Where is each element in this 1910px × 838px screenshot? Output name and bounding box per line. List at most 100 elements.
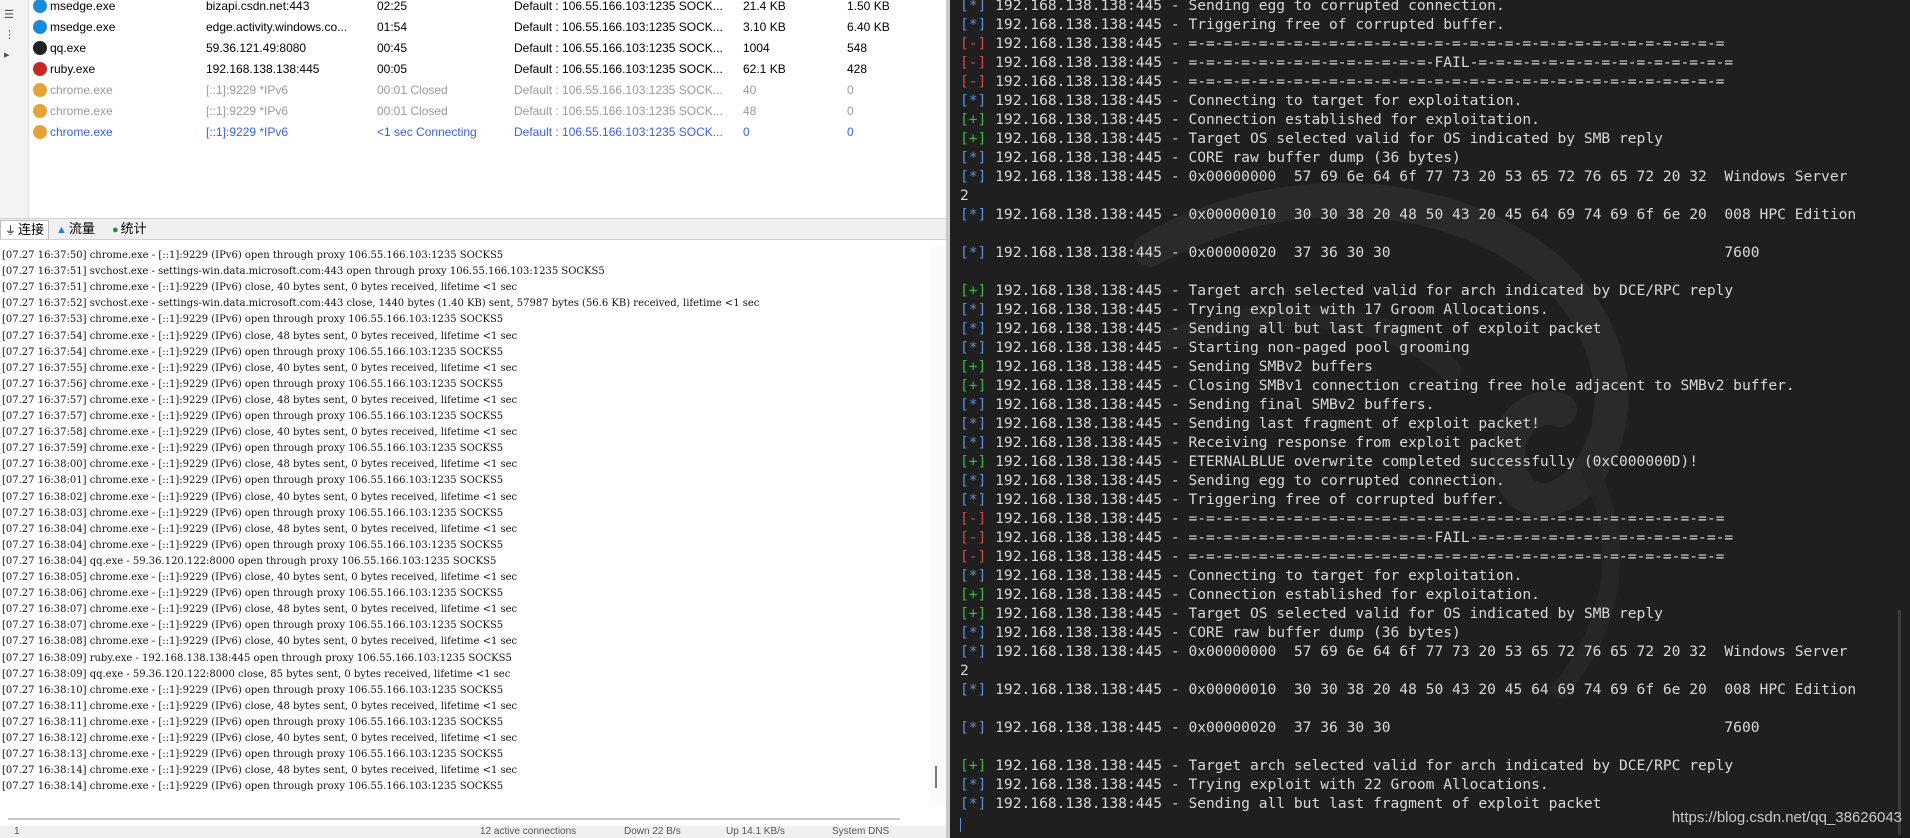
status-tag: [*] — [960, 719, 987, 736]
log-horizontal-scrollbar[interactable] — [0, 816, 900, 821]
chrome-icon — [33, 104, 47, 118]
terminal-line: [*] 192.168.138.138:445 - Sending all bu… — [960, 795, 1601, 814]
terminal-line: [*] 192.168.138.138:445 - 0x00000000 57 … — [960, 643, 1847, 662]
tree-view-icon[interactable]: ⋮ — [4, 28, 15, 41]
terminal-text: 192.168.138.138:445 - CORE raw buffer du… — [986, 149, 1461, 166]
terminal-line: [*] 192.168.138.138:445 - Triggering fre… — [960, 16, 1505, 35]
status-tag: [+] — [960, 586, 987, 603]
list-view-icon[interactable]: ☰ — [4, 8, 14, 21]
connection-time: 00:01 Closed — [377, 104, 448, 118]
log-line: [07.27 16:38:07] chrome.exe - [::1]:9229… — [2, 620, 504, 632]
terminal-text: 192.168.138.138:445 - ETERNALBLUE overwr… — [986, 453, 1699, 470]
terminal-text: 192.168.138.138:445 - =-=-=-=-=-=-=-=-=-… — [986, 529, 1734, 546]
connection-time: 01:54 — [377, 20, 408, 34]
connection-row[interactable]: msedge.exe edge.activity.windows.co... 01:… — [28, 17, 946, 38]
terminal-cursor — [960, 818, 961, 832]
connection-row[interactable]: chrome.exe [::1]:9229 *IPv6 <1 sec Connect… — [28, 122, 946, 143]
process-name: chrome.exe — [50, 125, 113, 139]
status-tag: [+] — [960, 111, 987, 128]
terminal-line: 2 — [960, 187, 969, 206]
tab-statistics[interactable]: ● 统计 — [108, 220, 151, 238]
process-name: ruby.exe — [50, 62, 96, 76]
proxy-rule: Default : 106.55.166.103:1235 SOCK... — [514, 62, 723, 76]
log-line: [07.27 16:38:09] qq.exe - 59.36.120.122:… — [2, 668, 511, 680]
status-tag: [*] — [960, 168, 987, 185]
terminal-text: 192.168.138.138:445 - 0x00000010 30 30 3… — [986, 206, 1857, 223]
status-tag: [+] — [960, 605, 987, 622]
connection-row[interactable]: qq.exe 59.36.121.49:8080 00:45 Default : 10… — [28, 38, 946, 59]
terminal-text: 192.168.138.138:445 - =-=-=-=-=-=-=-=-=-… — [986, 548, 1725, 565]
terminal-text: 192.168.138.138:445 - Target arch select… — [986, 282, 1734, 299]
terminal-text: 192.168.138.138:445 - Sending final SMBv… — [986, 396, 1435, 413]
target-host: 59.36.121.49:8080 — [206, 41, 307, 55]
log-line: [07.27 16:37:59] chrome.exe - [::1]:9229… — [2, 443, 504, 455]
status-bar: 1 12 active connections Down 22 B/s Up 1… — [0, 826, 946, 838]
terminal-text: 192.168.138.138:445 - Connecting to targ… — [986, 92, 1523, 109]
target-host: [::1]:9229 *IPv6 — [206, 83, 289, 97]
bytes-sent: 21.4 KB — [743, 0, 786, 13]
connection-row[interactable]: ruby.exe 192.168.138.138:445 00:05 Default … — [28, 59, 946, 80]
log-scrollbar[interactable] — [930, 246, 946, 806]
log-line: [07.27 16:38:00] chrome.exe - [::1]:9229… — [2, 459, 518, 471]
status-tag: [*] — [960, 320, 987, 337]
log-line: [07.27 16:38:14] chrome.exe - [::1]:9229… — [2, 781, 504, 793]
log-line: [07.27 16:38:06] chrome.exe - [::1]:9229… — [2, 588, 504, 600]
connection-row[interactable]: chrome.exe [::1]:9229 *IPv6 00:01 Closed De… — [28, 80, 946, 101]
status-tag: [*] — [960, 472, 987, 489]
status-tag: [*] — [960, 92, 987, 109]
process-name: msedge.exe — [50, 20, 116, 34]
status-tag: [*] — [960, 206, 987, 223]
terminal-line: [*] 192.168.138.138:445 - Trying exploit… — [960, 301, 1549, 320]
proxy-rule: Default : 106.55.166.103:1235 SOCK... — [514, 0, 723, 13]
target-host: [::1]:9229 *IPv6 — [206, 125, 289, 139]
terminal-window[interactable]: [*] 192.168.138.138:445 - Sending egg to… — [950, 0, 1910, 838]
terminal-text: 192.168.138.138:445 - Target OS selected… — [986, 130, 1663, 147]
connection-row[interactable]: chrome.exe [::1]:9229 *IPv6 00:01 Closed De… — [28, 101, 946, 122]
connection-time: 00:45 — [377, 41, 408, 55]
terminal-text: 192.168.138.138:445 - 0x00000010 30 30 3… — [986, 681, 1857, 698]
process-name: chrome.exe — [50, 104, 113, 118]
process-name: chrome.exe — [50, 83, 113, 97]
expand-arrow-icon[interactable]: ▸ — [4, 48, 10, 61]
process-name: msedge.exe — [50, 0, 116, 13]
status-tag: [*] — [960, 244, 987, 261]
terminal-text: 192.168.138.138:445 - 0x00000020 37 36 3… — [986, 719, 1760, 736]
terminal-text: 192.168.138.138:445 - Sending egg to cor… — [986, 0, 1505, 14]
connection-log[interactable]: [07.27 16:37:50] chrome.exe - [::1]:9229… — [0, 246, 930, 806]
terminal-line: [-] 192.168.138.138:445 - =-=-=-=-=-=-=-… — [960, 529, 1733, 548]
connections-table: msedge.exe bizapi.csdn.net:443 02:25 Defaul… — [28, 0, 946, 218]
chrome-icon — [33, 83, 47, 97]
horizontal-scrollbar-thumb[interactable] — [8, 818, 900, 820]
terminal-line: [*] 192.168.138.138:445 - Receiving resp… — [960, 434, 1522, 453]
status-tag: [*] — [960, 301, 987, 318]
connection-time: 00:01 Closed — [377, 83, 448, 97]
log-line: [07.27 16:38:09] ruby.exe - 192.168.138.… — [2, 652, 512, 664]
bytes-received: 0 — [847, 125, 854, 139]
status-tag: [*] — [960, 415, 987, 432]
log-line: [07.27 16:37:55] chrome.exe - [::1]:9229… — [2, 362, 518, 374]
status-tag: [+] — [960, 453, 987, 470]
terminal-text: 192.168.138.138:445 - 0x00000000 57 69 6… — [986, 168, 1848, 185]
terminal-line: [*] 192.168.138.138:445 - Connecting to … — [960, 92, 1522, 111]
ruby-icon — [33, 62, 47, 76]
edge-icon — [33, 0, 47, 13]
status-tag: [*] — [960, 16, 987, 33]
terminal-text: 192.168.138.138:445 - Triggering free of… — [986, 491, 1505, 508]
status-connections: 12 active connections — [480, 826, 577, 837]
qq-penguin-icon — [33, 41, 47, 55]
bytes-received: 0 — [847, 104, 854, 118]
bytes-sent: 62.1 KB — [743, 62, 786, 76]
tab-connections[interactable]: ⏚ 连接 — [0, 220, 50, 239]
terminal-scrollbar[interactable] — [1898, 610, 1901, 835]
connection-time: 02:25 — [377, 0, 408, 13]
status-tag: [*] — [960, 149, 987, 166]
tab-traffic[interactable]: ▲ 流量 — [52, 220, 99, 238]
status-tag: [*] — [960, 0, 987, 14]
log-scrollbar-thumb[interactable] — [935, 766, 937, 788]
connection-row[interactable]: msedge.exe bizapi.csdn.net:443 02:25 Defaul… — [28, 0, 946, 17]
terminal-text: 192.168.138.138:445 - =-=-=-=-=-=-=-=-=-… — [986, 510, 1725, 527]
terminal-line: [+] 192.168.138.138:445 - Target arch se… — [960, 282, 1733, 301]
log-line: [07.27 16:37:52] svchost.exe - settings-… — [2, 298, 760, 310]
bytes-received: 1.50 KB — [847, 0, 890, 13]
terminal-text: 192.168.138.138:445 - CORE raw buffer du… — [986, 624, 1461, 641]
